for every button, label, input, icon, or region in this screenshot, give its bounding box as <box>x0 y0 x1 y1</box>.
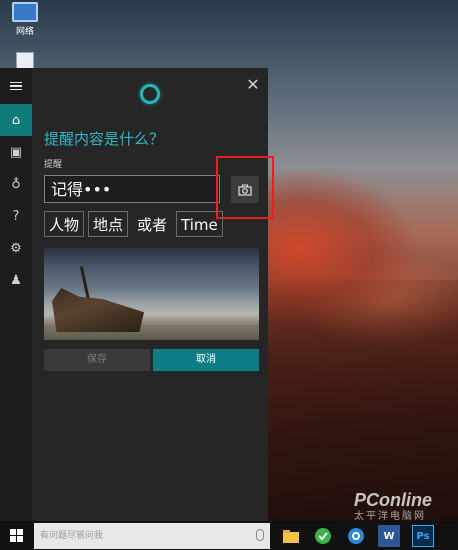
windows-logo-icon <box>9 529 23 542</box>
word-icon[interactable]: W <box>378 525 400 547</box>
lightbulb-icon[interactable]: ♁ <box>0 168 32 200</box>
network-icon <box>12 2 38 22</box>
settings-icon[interactable]: ⚙ <box>0 232 32 264</box>
cancel-button[interactable]: 取消 <box>153 349 259 371</box>
taskbar: 有问题尽管问我 W Ps <box>0 521 458 550</box>
photo-shipwreck <box>52 288 144 332</box>
start-button[interactable] <box>0 521 32 550</box>
reminder-field-label: 提醒 <box>44 160 63 170</box>
notebook-icon[interactable]: ▣ <box>0 136 32 168</box>
save-button[interactable]: 保存 <box>44 349 150 371</box>
ie-icon[interactable] <box>345 525 367 547</box>
close-icon[interactable]: ✕ <box>244 76 262 94</box>
cortana-rail: ⌂ ▣ ♁ ? ⚙ ♟ <box>0 68 32 521</box>
search-placeholder: 有问题尽管问我 <box>40 531 104 541</box>
chip-person[interactable]: 人物 <box>44 211 85 237</box>
taskbar-search-box[interactable]: 有问题尽管问我 <box>34 523 270 549</box>
feedback-icon[interactable]: ♟ <box>0 264 32 296</box>
cortana-panel: ⌂ ▣ ♁ ? ⚙ ♟ ✕ 提醒内容是什么？ 提醒 记得••• 人物 地点 或者… <box>0 68 274 521</box>
watermark: PConline 太平洋电脑网 <box>354 490 432 522</box>
photoshop-icon[interactable]: Ps <box>412 525 434 547</box>
menu-icon[interactable] <box>0 70 32 102</box>
watermark-sub: 太平洋电脑网 <box>354 511 426 522</box>
reminder-question: 提醒内容是什么？ <box>44 130 165 148</box>
browser-icon[interactable] <box>312 525 334 547</box>
file-explorer-icon[interactable] <box>280 525 302 547</box>
chip-time[interactable]: Time <box>176 211 223 237</box>
microphone-icon[interactable] <box>256 529 264 541</box>
home-icon[interactable]: ⌂ <box>0 104 32 136</box>
desktop-icon-label: 网络 <box>15 27 34 37</box>
cortana-logo-icon <box>140 84 160 104</box>
chip-place[interactable]: 地点 <box>88 211 129 237</box>
desktop-icon-network[interactable]: 网络 <box>5 2 45 37</box>
reminder-chips: 人物 地点 或者 Time <box>44 211 223 237</box>
reminder-photo <box>44 248 259 340</box>
help-icon[interactable]: ? <box>0 200 32 232</box>
highlight-box <box>216 156 274 219</box>
chip-or: 或者 <box>137 216 168 234</box>
desktop-terrain <box>268 280 458 521</box>
reminder-input[interactable]: 记得••• <box>44 175 220 203</box>
